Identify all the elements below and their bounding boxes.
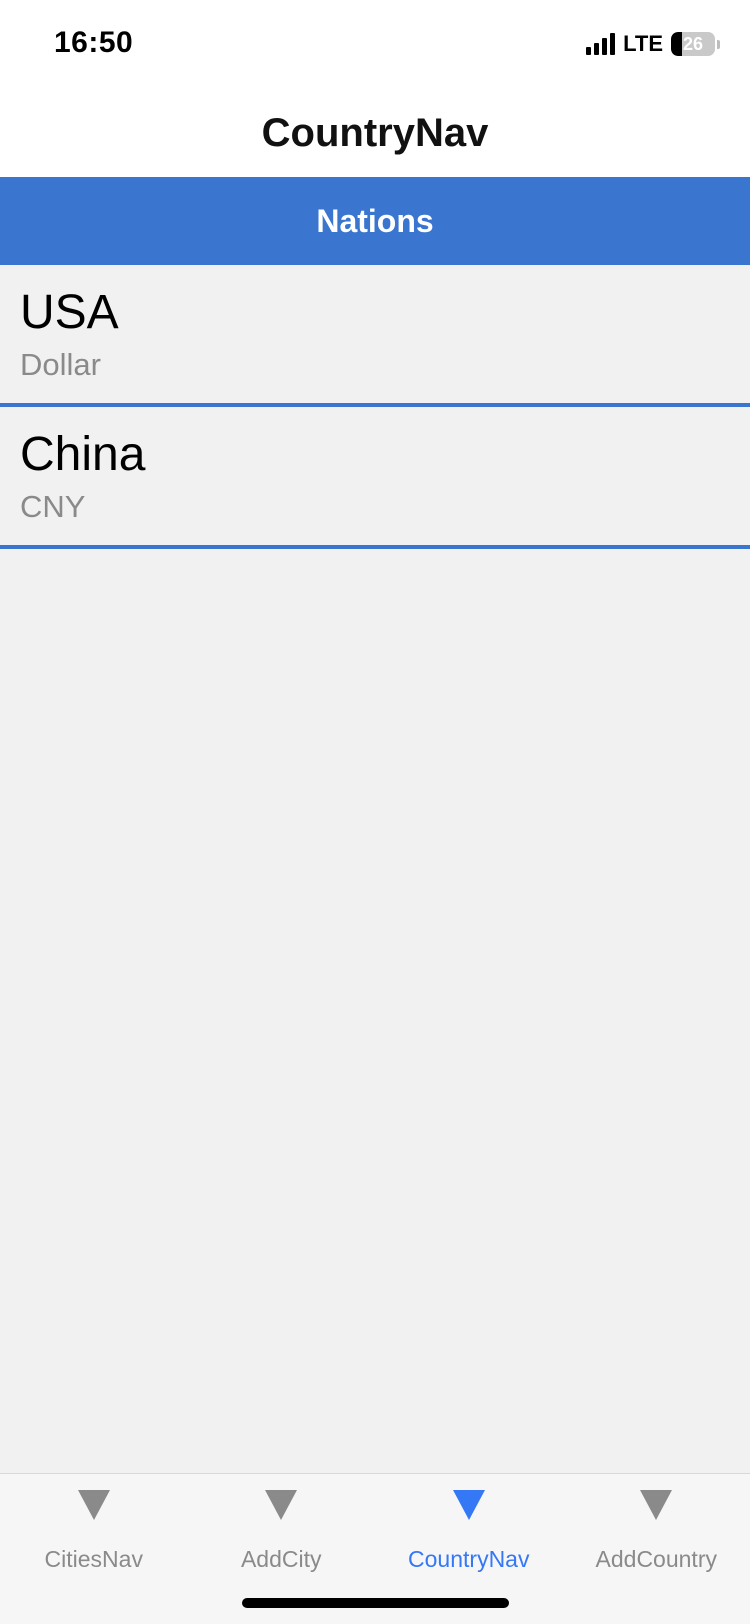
section-header: Nations <box>0 177 750 265</box>
status-bar: 16:50 LTE 26 <box>0 0 750 88</box>
triangle-down-icon <box>640 1490 673 1520</box>
tab-label: AddCountry <box>595 1546 717 1572</box>
network-type-label: LTE <box>623 31 663 56</box>
country-name: China <box>20 428 146 481</box>
section-title: Nations <box>316 202 434 239</box>
currency-name: Dollar <box>20 347 101 382</box>
battery-level: 26 <box>682 33 704 54</box>
triangle-down-icon <box>452 1490 485 1520</box>
navigation-bar: CountryNav <box>0 88 750 178</box>
currency-name: CNY <box>20 489 86 524</box>
tab-citiesnav[interactable]: CitiesNav <box>0 1474 188 1624</box>
tab-addcountry[interactable]: AddCountry <box>563 1474 750 1624</box>
tab-label: AddCity <box>240 1546 322 1572</box>
triangle-down-icon <box>77 1490 110 1520</box>
status-time: 16:50 <box>54 26 134 59</box>
status-indicators: LTE 26 <box>586 30 720 58</box>
list-item[interactable]: China CNY <box>0 407 750 549</box>
page-title: CountryNav <box>261 110 489 155</box>
nations-list: USA Dollar China CNY <box>0 265 750 1473</box>
cellular-signal-icon <box>586 33 616 55</box>
country-name: USA <box>20 286 119 339</box>
battery-cap <box>717 39 720 49</box>
list-item[interactable]: USA Dollar <box>0 265 750 407</box>
battery-fill <box>671 32 683 56</box>
battery-icon: 26 <box>671 32 715 56</box>
tab-label: CitiesNav <box>44 1546 143 1572</box>
tab-label: CountryNav <box>408 1546 530 1572</box>
home-indicator[interactable] <box>242 1598 509 1608</box>
triangle-down-icon <box>265 1490 298 1520</box>
